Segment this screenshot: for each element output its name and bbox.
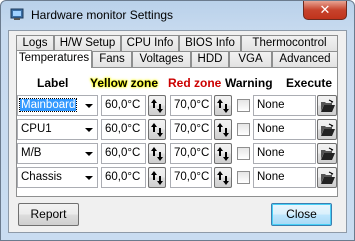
tab-hw-setup[interactable]: H/W Setup <box>54 35 121 51</box>
execute-value: None <box>257 171 285 183</box>
open-folder-icon <box>321 123 335 136</box>
red-zone-spin-button[interactable] <box>214 143 232 164</box>
header-red-zone: Red zone <box>168 76 222 90</box>
open-folder-icon <box>321 147 335 160</box>
up-down-arrows-icon <box>217 123 229 137</box>
header-yellow-zone: Yellow zone <box>90 76 159 90</box>
red-zone-field[interactable]: 70,0°C <box>170 95 212 116</box>
execute-field[interactable]: None <box>253 143 316 164</box>
chevron-down-icon <box>85 176 93 180</box>
tab-hdd[interactable]: HDD <box>191 51 229 67</box>
chevron-down-icon <box>85 128 93 132</box>
close-button[interactable]: Close <box>271 203 332 226</box>
yellow-zone-spin-button[interactable] <box>148 95 166 116</box>
up-down-arrows-icon <box>217 171 229 185</box>
browse-folder-button[interactable] <box>317 95 337 116</box>
red-zone-spin-button[interactable] <box>214 95 232 116</box>
yellow-zone-field[interactable]: 60,0°C <box>101 95 146 116</box>
window-title: Hardware monitor Settings <box>31 8 174 22</box>
browse-folder-button[interactable] <box>317 119 337 140</box>
label-combo[interactable]: M/B <box>17 143 98 164</box>
execute-value: None <box>257 99 285 111</box>
app-icon <box>10 8 24 20</box>
open-folder-icon <box>321 171 335 184</box>
sensor-row: M/B 60,0°C 70,0°C None <box>17 143 337 165</box>
label-combo[interactable]: Mainboard <box>17 95 98 116</box>
warning-checkbox[interactable] <box>237 171 250 184</box>
tab-vga[interactable]: VGA <box>229 51 272 67</box>
yellow-zone-spin-button[interactable] <box>148 143 166 164</box>
yellow-zone-field[interactable]: 60,0°C <box>101 143 146 164</box>
yellow-zone-field[interactable]: 60,0°C <box>101 167 146 188</box>
yellow-zone-field[interactable]: 60,0°C <box>101 119 146 140</box>
report-button[interactable]: Report <box>18 203 79 226</box>
sensor-row: CPU1 60,0°C 70,0°C None <box>17 119 337 141</box>
label-combo[interactable]: Chassis <box>17 167 98 188</box>
red-zone-field[interactable]: 70,0°C <box>170 167 212 188</box>
tab-voltages[interactable]: Voltages <box>132 51 191 67</box>
label-combo[interactable]: CPU1 <box>17 119 98 140</box>
header-execute: Execute <box>286 76 333 90</box>
up-down-arrows-icon <box>217 147 229 161</box>
up-down-arrows-icon <box>151 123 163 137</box>
tab-temperatures[interactable]: Temperatures <box>16 50 92 68</box>
label-value: M/B <box>21 147 42 159</box>
red-zone-value: 70,0°C <box>174 171 210 183</box>
yellow-zone-spin-button[interactable] <box>148 119 166 140</box>
tab-cpu-info[interactable]: CPU Info <box>121 35 179 51</box>
browse-folder-button[interactable] <box>317 167 337 188</box>
label-value: CPU1 <box>21 123 52 135</box>
tab-bios-info[interactable]: BIOS Info <box>179 35 241 51</box>
tab-thermocontrol[interactable]: Thermocontrol <box>241 35 338 51</box>
execute-field[interactable]: None <box>253 167 316 188</box>
execute-value: None <box>257 123 285 135</box>
dialog-client-area: Logs H/W Setup CPU Info BIOS Info Thermo… <box>8 30 347 233</box>
execute-field[interactable]: None <box>253 119 316 140</box>
label-value: Mainboard <box>18 98 78 112</box>
chevron-down-icon <box>85 152 93 156</box>
red-zone-value: 70,0°C <box>174 147 210 159</box>
up-down-arrows-icon <box>151 171 163 185</box>
temperatures-panel: Label Yellow zone Red zone Warning Execu… <box>16 67 338 197</box>
sensor-row: Chassis 60,0°C 70,0°C None <box>17 167 337 189</box>
up-down-arrows-icon <box>151 147 163 161</box>
execute-value: None <box>257 147 285 159</box>
red-zone-field[interactable]: 70,0°C <box>170 119 212 140</box>
up-down-arrows-icon <box>217 99 229 113</box>
red-zone-spin-button[interactable] <box>214 167 232 188</box>
warning-checkbox[interactable] <box>237 147 250 160</box>
red-zone-field[interactable]: 70,0°C <box>170 143 212 164</box>
yellow-zone-value: 60,0°C <box>105 99 141 111</box>
yellow-zone-value: 60,0°C <box>105 147 141 159</box>
header-warning: Warning <box>225 76 273 90</box>
yellow-zone-spin-button[interactable] <box>148 167 166 188</box>
browse-folder-button[interactable] <box>317 143 337 164</box>
sensor-row: Mainboard 60,0°C 70,0°C None <box>17 95 337 117</box>
label-value: Chassis <box>21 171 62 183</box>
open-folder-icon <box>321 99 335 112</box>
header-label: Label <box>37 76 69 90</box>
tab-logs[interactable]: Logs <box>16 35 54 51</box>
execute-field[interactable]: None <box>253 95 316 116</box>
warning-checkbox[interactable] <box>237 99 250 112</box>
warning-checkbox[interactable] <box>237 123 250 136</box>
title-bar[interactable]: Hardware monitor Settings ✕ <box>1 1 354 29</box>
up-down-arrows-icon <box>151 99 163 113</box>
tab-fans[interactable]: Fans <box>92 51 132 67</box>
tab-advanced[interactable]: Advanced <box>272 51 338 67</box>
yellow-zone-value: 60,0°C <box>105 123 141 135</box>
red-zone-value: 70,0°C <box>174 99 210 111</box>
window-close-button[interactable]: ✕ <box>303 1 347 20</box>
settings-window: Hardware monitor Settings ✕ Logs H/W Set… <box>0 0 355 241</box>
chevron-down-icon <box>85 104 93 108</box>
red-zone-spin-button[interactable] <box>214 119 232 140</box>
yellow-zone-value: 60,0°C <box>105 171 141 183</box>
red-zone-value: 70,0°C <box>174 123 210 135</box>
